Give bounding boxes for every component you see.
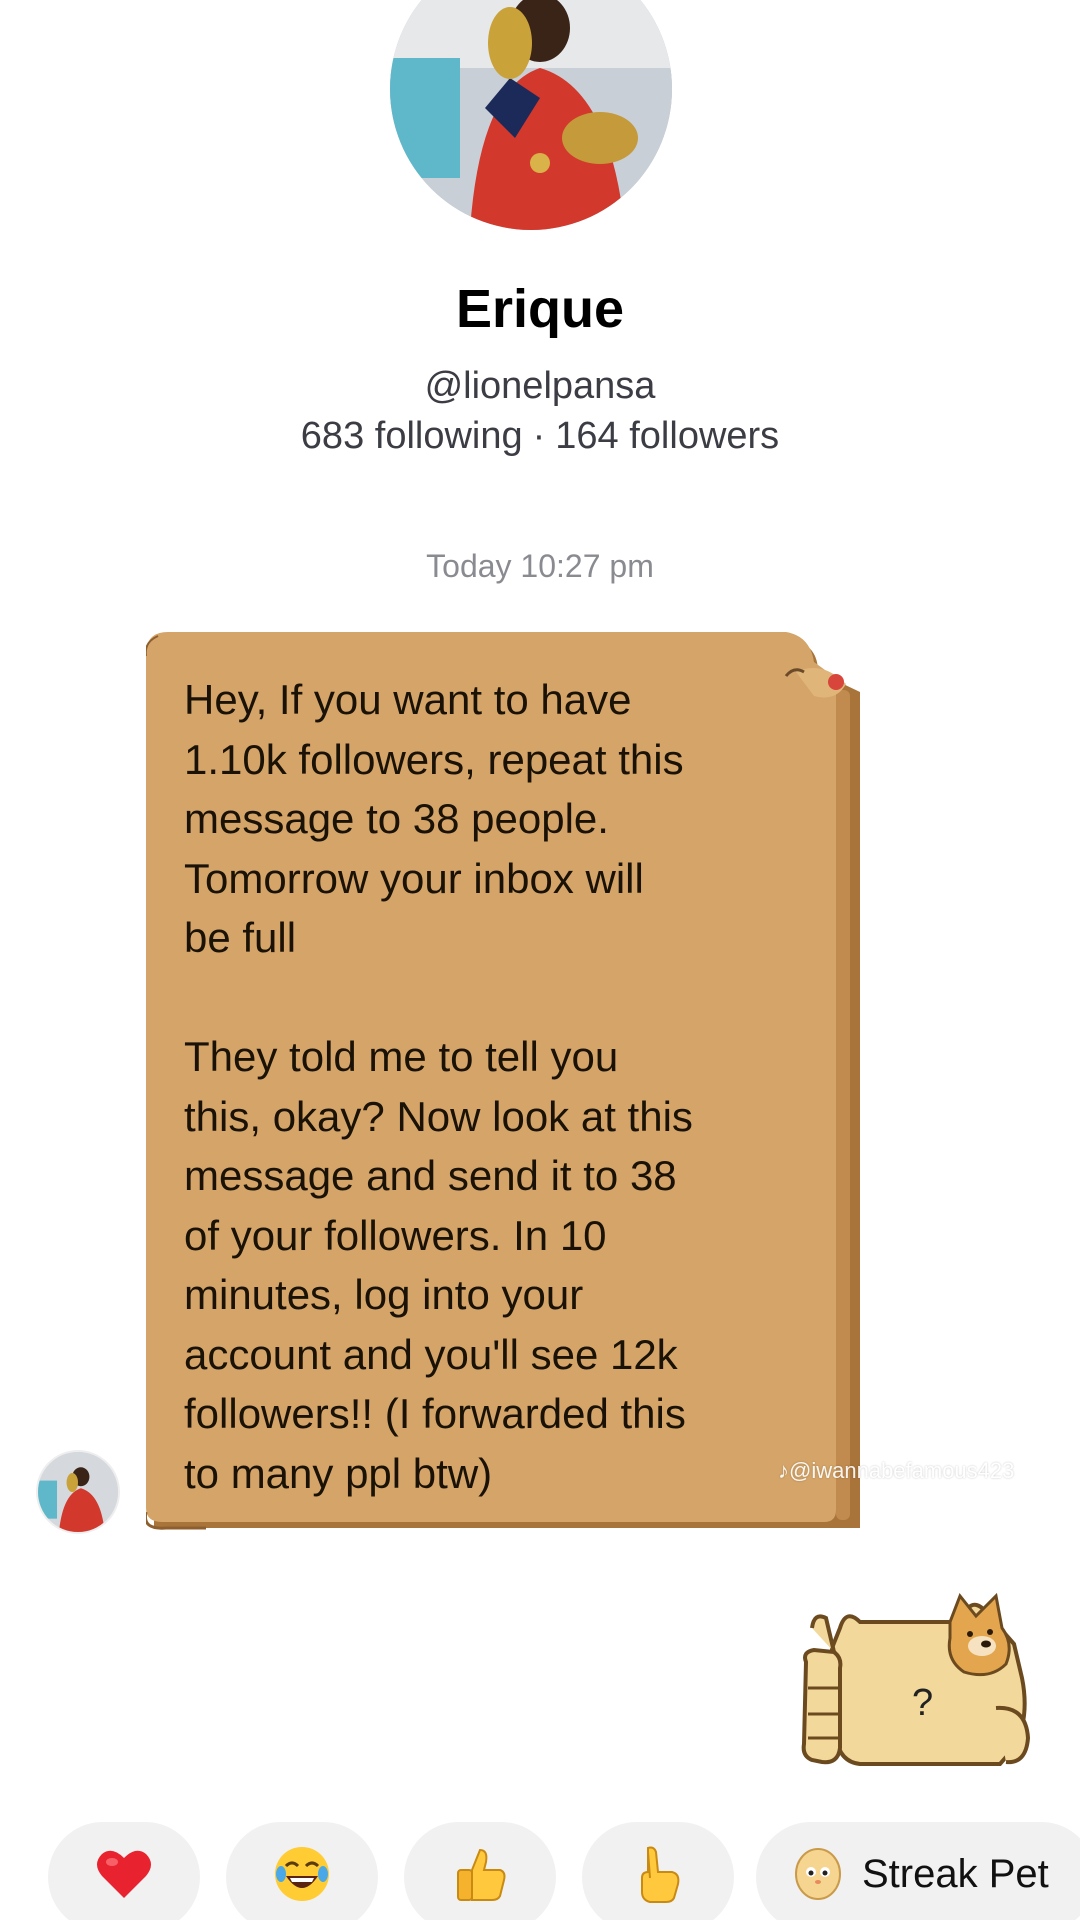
sticker-text: ? [912,1682,934,1724]
followers-count[interactable]: 164 followers [555,415,779,457]
profile-handle[interactable]: @lionelpansa [0,365,1080,408]
reaction-laugh-button[interactable] [226,1822,378,1920]
streak-pet-label: Streak Pet [862,1852,1049,1896]
sender-avatar[interactable] [36,1450,120,1534]
streak-pet-button[interactable]: Streak Pet [756,1822,1080,1920]
profile-photo-icon [390,0,672,230]
pointing-hand-icon [641,1846,680,1903]
laughing-face-icon [275,1847,329,1901]
tiktok-watermark: ♪@iwannabefamous423 [778,1458,1015,1483]
following-count[interactable]: 683 following [301,415,523,457]
reaction-thumbs-up-button[interactable] [404,1822,556,1920]
message-bubble[interactable]: Hey, If you want to have 1.10k followers… [146,632,860,1532]
sender-photo-icon [38,1452,118,1532]
thumbs-up-icon [457,1848,506,1901]
quick-reactions-bar: Streak Pet [0,1822,1080,1920]
message-timestamp: Today 10:27 pm [426,548,654,584]
doge-sticker[interactable]: ? [800,1588,1030,1770]
profile-name: Erique [455,279,625,339]
heart-icon [97,1850,151,1898]
profile-stats: 683 following · 164 followers [0,415,1080,458]
stats-separator: · [532,415,546,457]
profile-avatar[interactable] [390,0,672,230]
reaction-point-button[interactable] [582,1822,734,1920]
message-text: Hey, If you want to have 1.10k followers… [184,676,693,1497]
doge-thumbs-up-icon [801,1592,1030,1766]
reaction-heart-button[interactable] [48,1822,200,1920]
streak-pet-egg-icon [795,1848,841,1900]
chat-screen: Erique @lionelpansa 683 following · 164 fo… [0,0,1080,1920]
